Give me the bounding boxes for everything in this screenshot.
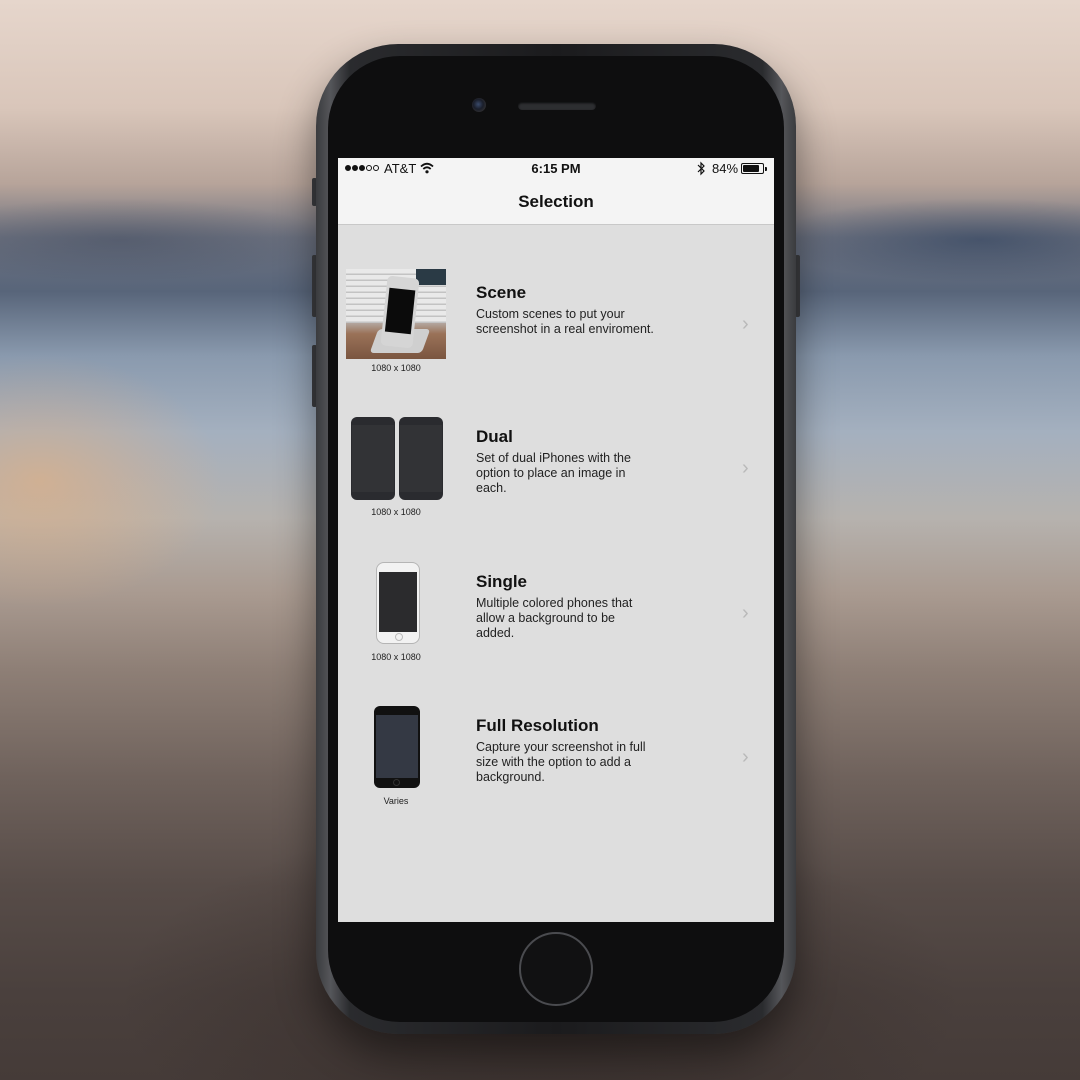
white-phone	[376, 562, 420, 644]
chevron-right-icon: ›	[742, 602, 749, 624]
black-phone	[374, 706, 420, 788]
thumbnail-caption: 1080 x 1080	[371, 507, 421, 517]
chevron-right-icon: ›	[742, 746, 749, 768]
earpiece-speaker	[518, 102, 596, 110]
chevron-right-icon: ›	[742, 313, 749, 335]
phone-screen	[352, 425, 394, 492]
battery-icon	[741, 163, 767, 174]
app-screen: AT&T 6:15 PM 84% Selection 1080 x 1080 S…	[338, 158, 774, 922]
row-description: Custom scenes to put your screenshot in …	[476, 307, 654, 336]
bluetooth-icon	[697, 161, 705, 176]
status-bar: AT&T 6:15 PM 84%	[338, 158, 774, 180]
scene-phone-screen	[384, 287, 416, 335]
phone-home-button	[395, 633, 403, 641]
dual-phone-thumbnail	[346, 413, 446, 503]
home-button[interactable]	[519, 932, 593, 1006]
row-title: Scene	[476, 283, 527, 302]
thumbnail-caption: 1080 x 1080	[371, 363, 421, 373]
thumbnail-caption: Varies	[383, 796, 409, 806]
phone-screen	[400, 425, 442, 492]
single-phone-thumbnail	[346, 558, 446, 648]
selection-row-single[interactable]: 1080 x 1080 Single Multiple colored phon…	[338, 558, 774, 702]
row-title: Single	[476, 572, 528, 591]
front-camera-icon	[472, 98, 486, 112]
full-resolution-thumbnail	[346, 702, 446, 792]
row-description: Capture your screenshot in full size wit…	[476, 740, 646, 784]
dual-phone-right	[399, 417, 443, 500]
dual-phone-left	[351, 417, 395, 500]
battery-fill	[743, 165, 759, 172]
chevron-right-icon: ›	[742, 457, 749, 479]
row-description: Multiple colored phones that allow a bac…	[476, 596, 633, 640]
row-title: Dual	[476, 427, 513, 446]
status-time: 6:15 PM	[531, 161, 581, 176]
selection-row-dual[interactable]: 1080 x 1080 Dual Set of dual iPhones wit…	[338, 413, 774, 557]
phone-screen	[379, 572, 417, 632]
page-title: Selection	[518, 192, 594, 211]
phone-home-button	[393, 779, 400, 786]
phone-screen	[376, 715, 418, 778]
row-title: Full Resolution	[476, 716, 599, 735]
navigation-bar: Selection	[338, 180, 774, 225]
selection-row-full-resolution[interactable]: Varies Full Resolution Capture your scre…	[338, 702, 774, 846]
selection-row-scene[interactable]: 1080 x 1080 Scene Custom scenes to put y…	[338, 269, 774, 413]
window-view	[416, 269, 446, 285]
row-description: Set of dual iPhones with the option to p…	[476, 451, 631, 495]
scene-thumbnail	[346, 269, 446, 359]
thumbnail-caption: 1080 x 1080	[371, 652, 421, 662]
battery-percent: 84%	[712, 161, 739, 176]
